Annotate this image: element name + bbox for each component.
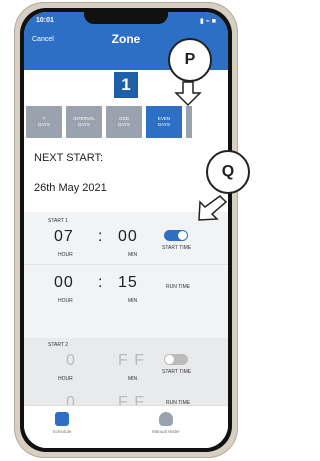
callout-p: P bbox=[168, 38, 212, 82]
arrow-p-icon bbox=[174, 81, 202, 107]
arrow-q-icon bbox=[198, 195, 228, 221]
callout-q: Q bbox=[206, 150, 250, 194]
callout-arrows bbox=[174, 81, 228, 221]
